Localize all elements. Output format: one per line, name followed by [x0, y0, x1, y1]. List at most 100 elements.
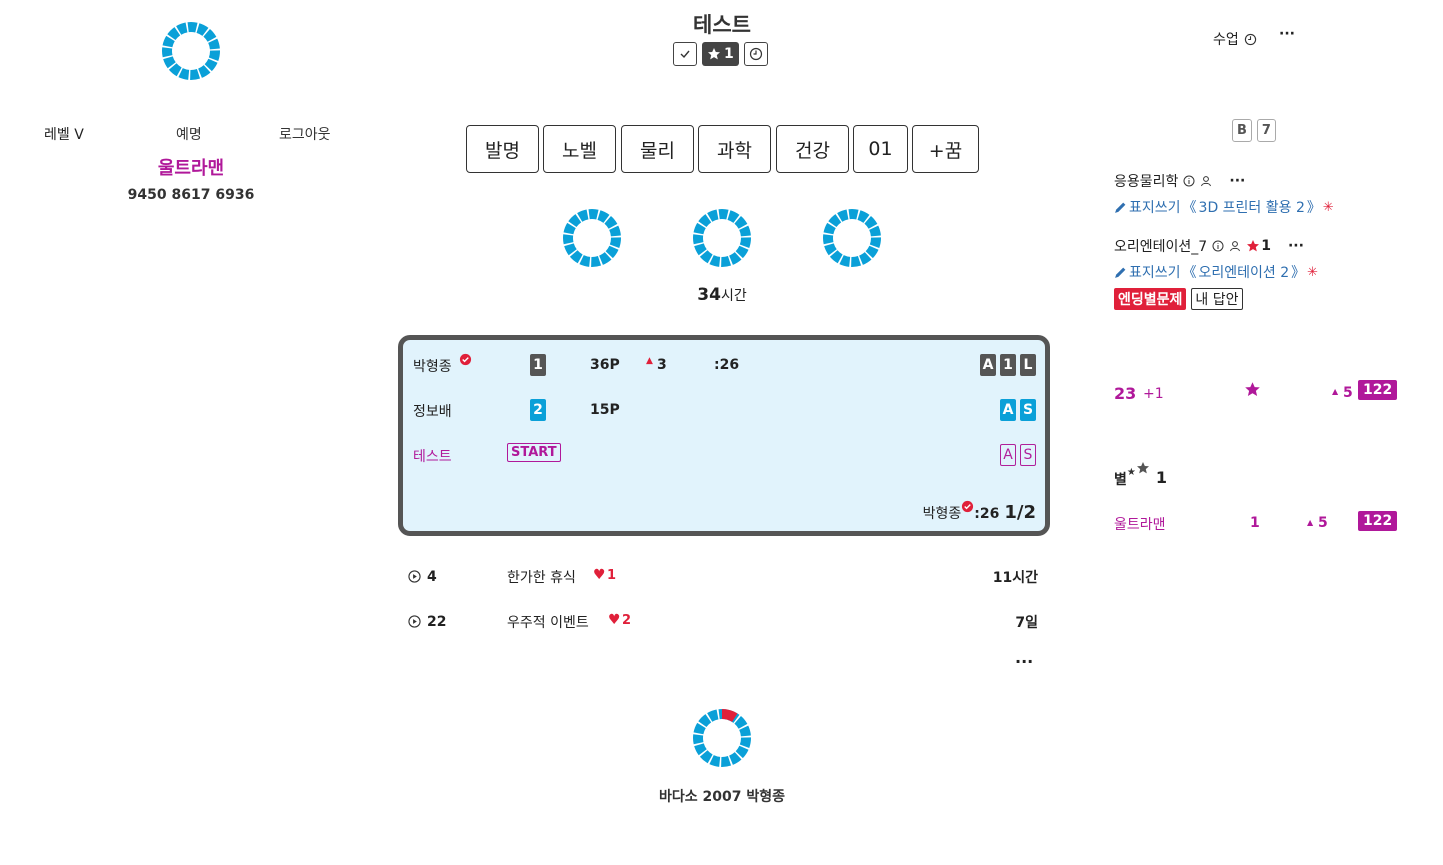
leader-total-badge[interactable]: 122: [1358, 511, 1398, 531]
sparkle-icon: ✳: [1307, 264, 1319, 280]
key-b[interactable]: B: [1232, 119, 1252, 142]
leader-name[interactable]: 울트라맨: [1114, 514, 1166, 534]
player-points: 15P: [590, 402, 620, 418]
course-item[interactable]: 응용물리학 ··· 표지쓰기 《 3D 프린터 활용 2 》 ✳: [1114, 171, 1414, 217]
info-icon[interactable]: [1183, 175, 1195, 187]
play-icon: [408, 615, 421, 628]
star-section-count: 1: [1155, 468, 1167, 487]
scoreboard-row[interactable]: 박형종 1 36P ▲ 3 :26 A 1 L: [403, 352, 1045, 382]
activity-title[interactable]: 우주적 이벤트: [507, 612, 589, 632]
course-item[interactable]: 오리엔테이션_7 1 ··· 표지쓰기 《 오리엔테이션 2 》 ✳ 엔딩별문제…: [1114, 236, 1414, 310]
course-title: 응용물리학: [1114, 174, 1179, 190]
course-more-button[interactable]: ···: [1229, 173, 1245, 189]
play-count: 22: [427, 614, 447, 630]
topic-button-physics[interactable]: 물리: [621, 125, 694, 173]
badge-a[interactable]: A: [1000, 444, 1016, 466]
scoreboard-row[interactable]: 정보배 2 15P A S: [403, 397, 1045, 427]
stats-total-badge[interactable]: 122: [1358, 380, 1398, 400]
nickname-link[interactable]: 예명: [176, 124, 202, 144]
scoreboard: 박형종 1 36P ▲ 3 :26 A 1 L 정보배 2 15P A S 테스…: [398, 335, 1050, 536]
task-prefix[interactable]: 표지쓰기: [1129, 262, 1181, 282]
task-link[interactable]: 오리엔테이션 2: [1199, 262, 1290, 282]
my-answer-tag[interactable]: 내 답안: [1191, 288, 1243, 310]
course-star-count: 1: [1261, 238, 1271, 254]
play-count: 4: [427, 569, 437, 585]
scoreboard-footer: 박형종 :26 1/2: [922, 500, 1036, 523]
user-icon[interactable]: [1200, 175, 1212, 187]
star-icon: [708, 48, 720, 60]
activity-ago: 7일: [1015, 615, 1038, 631]
activity-more-button[interactable]: ···: [1015, 652, 1033, 671]
star-icon: ★: [1126, 467, 1136, 478]
footer-progress-ring-icon[interactable]: [691, 707, 753, 769]
class-label: 수업: [1213, 32, 1239, 48]
clock-icon[interactable]: [743, 42, 768, 66]
stats-up: 5: [1343, 385, 1353, 401]
badge-group: A S: [1000, 399, 1036, 421]
player-time: :26: [714, 357, 740, 373]
player-name: 정보배: [413, 404, 452, 420]
up-arrow-icon: ▲: [1332, 387, 1339, 396]
heart-icon: ♥: [608, 612, 621, 628]
profile-name: 울트라맨: [157, 158, 225, 179]
star-section-label: 별: [1114, 472, 1127, 488]
topic-button-invention[interactable]: 발명: [466, 125, 539, 173]
key-7[interactable]: 7: [1256, 119, 1276, 142]
course-more-button[interactable]: ···: [1288, 238, 1304, 254]
start-button[interactable]: START: [507, 443, 561, 462]
badge-s[interactable]: S: [1020, 444, 1036, 466]
player-points: 36P: [590, 357, 620, 373]
verified-icon: [962, 500, 974, 513]
star-icon: [1136, 462, 1149, 474]
badge-s[interactable]: S: [1020, 399, 1036, 421]
topic-button-add-dream[interactable]: +꿈: [912, 125, 979, 173]
badge-a[interactable]: A: [1000, 399, 1016, 421]
check-icon[interactable]: [673, 42, 697, 66]
leader-name: 박형종: [922, 506, 962, 522]
progress-ring-icon[interactable]: [691, 207, 753, 269]
activity-ago: 11시간: [992, 570, 1038, 586]
scoreboard-row[interactable]: 테스트 START A S: [403, 442, 1045, 472]
task-prefix[interactable]: 표지쓰기: [1129, 197, 1181, 217]
rank-badge: 1: [530, 354, 546, 376]
hours-unit: 시간: [720, 288, 747, 304]
task-open-bracket: 《: [1182, 200, 1197, 216]
topic-button-science[interactable]: 과학: [698, 125, 771, 173]
profile-ring-icon: [162, 22, 220, 80]
topic-button-health[interactable]: 건강: [776, 125, 849, 173]
badge-group: A 1 L: [980, 354, 1036, 376]
progress-ring-icon[interactable]: [821, 207, 883, 269]
info-icon[interactable]: [1212, 240, 1224, 252]
stats-plus: +1: [1143, 386, 1164, 402]
clock-icon: [1244, 33, 1256, 45]
badge-l[interactable]: L: [1020, 354, 1036, 376]
badge-a[interactable]: A: [980, 354, 996, 376]
heart-count: 1: [607, 568, 617, 583]
badge-1[interactable]: 1: [1000, 354, 1016, 376]
leader-up: 5: [1318, 515, 1328, 531]
total-hours: 34시간: [622, 285, 822, 305]
list-item[interactable]: 4 한가한 휴식 ♥ 1 11시간: [408, 567, 1038, 591]
list-item[interactable]: 22 우주적 이벤트 ♥ 2 7일: [408, 612, 1038, 636]
course-title: 오리엔테이션_7: [1114, 239, 1208, 255]
leader-count: 1: [1250, 515, 1260, 531]
user-icon[interactable]: [1229, 240, 1241, 252]
hours-value: 34: [697, 285, 721, 305]
star-count-badge[interactable]: 1: [702, 42, 739, 66]
rank-badge: 2: [530, 399, 546, 421]
progress-ring-icon[interactable]: [561, 207, 623, 269]
profile-number: 9450 8617 6936: [127, 187, 255, 203]
player-name: 박형종: [413, 359, 452, 375]
key-group: B 7: [1232, 119, 1276, 142]
up-arrow-icon: ▲: [1307, 518, 1314, 527]
header-more-button[interactable]: ···: [1279, 26, 1295, 42]
task-link[interactable]: 3D 프린터 활용 2: [1199, 197, 1305, 217]
logout-link[interactable]: 로그아웃: [279, 124, 331, 144]
ending-problem-tag[interactable]: 엔딩별문제: [1114, 288, 1187, 310]
topic-button-01[interactable]: 01: [853, 125, 908, 173]
badge-group: A S: [1000, 444, 1036, 466]
activity-title[interactable]: 한가한 휴식: [507, 567, 576, 587]
topic-button-nobel[interactable]: 노벨: [543, 125, 616, 173]
class-menu[interactable]: 수업: [1213, 29, 1257, 49]
level-link[interactable]: 레벨 V: [44, 124, 84, 144]
